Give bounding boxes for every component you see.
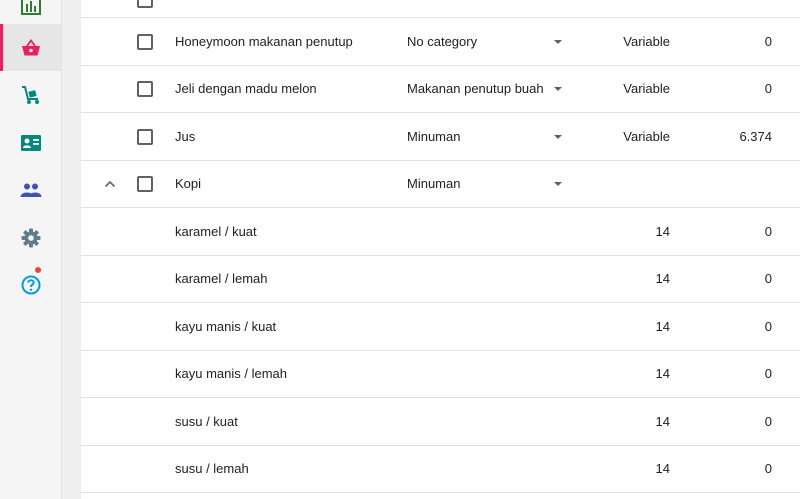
variant-price: 14 xyxy=(655,224,670,239)
product-name: Jeli dengan madu melon xyxy=(175,81,317,96)
sidebar-item-customers[interactable] xyxy=(0,166,61,213)
chevron-down-icon[interactable] xyxy=(554,135,562,139)
help-icon xyxy=(21,275,40,294)
variant-name: susu / lemah xyxy=(175,461,249,476)
sidebar-item-reports[interactable] xyxy=(0,0,61,24)
variant-stock: 0 xyxy=(764,271,772,286)
product-table: Honeymoon makanan penutup No category Va… xyxy=(81,0,800,499)
product-stock: 0 xyxy=(764,34,772,49)
category-select[interactable]: Makanan penutup buah xyxy=(407,65,567,112)
variant-stock: 0 xyxy=(764,319,772,334)
variant-row[interactable]: susu / kuat 14 0 xyxy=(81,398,800,446)
product-name: Kopi xyxy=(175,176,202,191)
row-checkbox[interactable] xyxy=(137,81,153,97)
variant-row[interactable]: susu / lemah 14 0 xyxy=(81,445,800,493)
chevron-down-icon[interactable] xyxy=(554,87,562,91)
variant-stock: 0 xyxy=(764,366,772,381)
cart-delivery-icon xyxy=(21,85,39,104)
variant-price: 14 xyxy=(655,414,670,429)
variant-row[interactable]: karamel / lemah 14 0 xyxy=(81,255,800,303)
row-checkbox[interactable] xyxy=(137,176,153,192)
category-select[interactable]: No category xyxy=(407,18,567,65)
category-select[interactable]: Minuman xyxy=(407,160,567,207)
product-stock xyxy=(681,160,772,207)
row-checkbox[interactable] xyxy=(137,129,153,145)
variant-stock: 0 xyxy=(764,224,772,239)
variant-row[interactable]: kayu manis / kuat 14 0 xyxy=(81,303,800,351)
table-row[interactable]: Jus Minuman Variable 6.374 xyxy=(81,113,800,161)
product-price: Variable xyxy=(623,81,670,96)
variant-row[interactable]: karamel / kuat 14 0 xyxy=(81,208,800,256)
bar-chart-icon xyxy=(20,0,41,15)
basket-icon xyxy=(21,38,40,55)
chevron-up-icon[interactable] xyxy=(103,177,117,191)
variant-price: 14 xyxy=(655,366,670,381)
sidebar-item-employees[interactable] xyxy=(0,119,61,166)
table-row[interactable]: Jeli dengan madu melon Makanan penutup b… xyxy=(81,65,800,113)
gear-icon xyxy=(21,228,40,247)
variant-name: karamel / kuat xyxy=(175,224,257,239)
product-price xyxy=(581,160,670,207)
sidebar xyxy=(0,0,62,499)
notification-badge xyxy=(34,266,42,274)
row-checkbox[interactable] xyxy=(137,34,153,50)
table-row[interactable]: Kopi Minuman xyxy=(81,160,800,208)
variant-name: susu / kuat xyxy=(175,414,238,429)
table-row[interactable] xyxy=(81,0,800,18)
variant-name: kayu manis / lemah xyxy=(175,366,287,381)
product-stock: 0 xyxy=(764,81,772,96)
product-price: Variable xyxy=(623,129,670,144)
product-price: Variable xyxy=(623,34,670,49)
sidebar-item-purchases[interactable] xyxy=(0,71,61,118)
variant-price: 14 xyxy=(655,461,670,476)
variant-stock: 0 xyxy=(764,461,772,476)
people-icon xyxy=(20,183,41,197)
contact-card-icon xyxy=(20,134,41,151)
category-select[interactable]: Minuman xyxy=(407,113,567,160)
product-name: Jus xyxy=(175,129,196,144)
variant-row[interactable]: kayu manis / lemah 14 0 xyxy=(81,350,800,398)
product-stock: 6.374 xyxy=(739,129,772,144)
chevron-down-icon[interactable] xyxy=(554,182,562,186)
variant-stock: 0 xyxy=(764,414,772,429)
variant-price: 14 xyxy=(655,319,670,334)
product-name: Honeymoon makanan penutup xyxy=(175,34,353,49)
chevron-down-icon[interactable] xyxy=(554,40,562,44)
page-gutter xyxy=(62,0,81,499)
variant-price: 14 xyxy=(655,271,670,286)
variant-name: kayu manis / kuat xyxy=(175,319,277,334)
variant-name: karamel / lemah xyxy=(175,271,268,286)
row-checkbox[interactable] xyxy=(137,0,153,8)
table-row[interactable]: Honeymoon makanan penutup No category Va… xyxy=(81,18,800,66)
sidebar-item-help[interactable] xyxy=(0,261,61,308)
sidebar-item-settings[interactable] xyxy=(0,214,61,261)
sidebar-item-products[interactable] xyxy=(0,24,61,71)
